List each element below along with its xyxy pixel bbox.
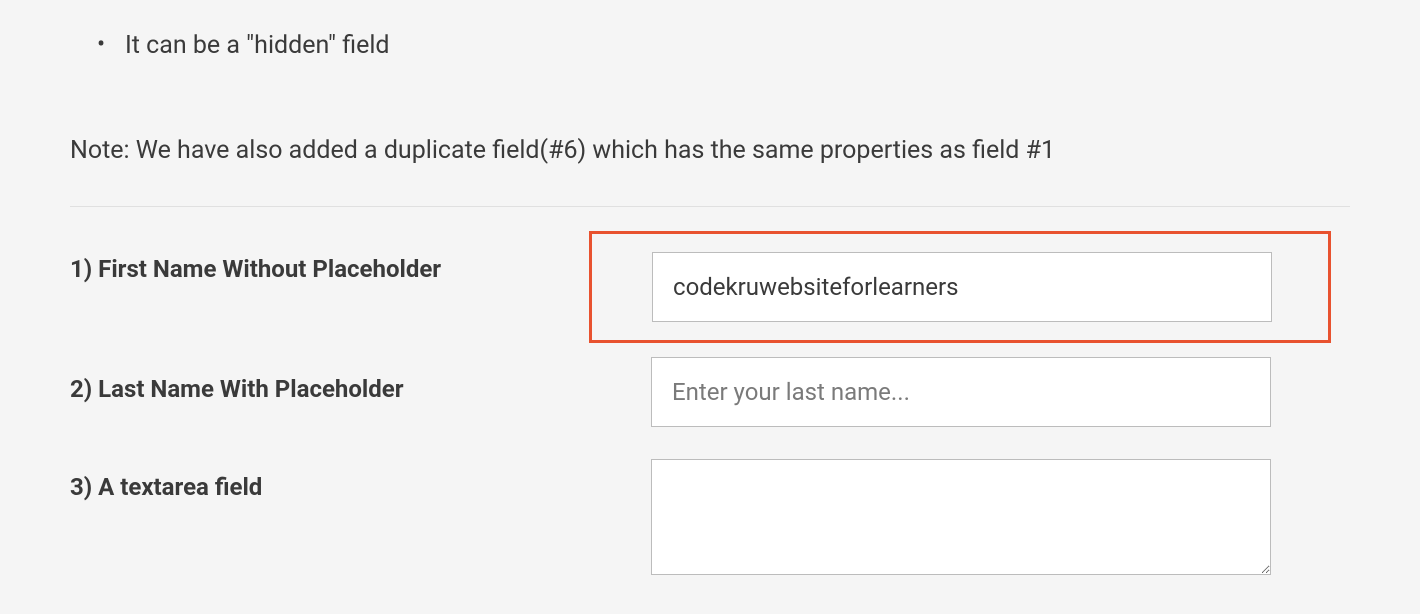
first-name-input[interactable] bbox=[652, 252, 1272, 322]
form-row-textarea: 3) A textarea field bbox=[70, 459, 1350, 575]
content-container: It can be a "hidden" field Note: We have… bbox=[0, 28, 1420, 575]
form-row-last-name: 2) Last Name With Placeholder bbox=[70, 357, 1350, 427]
first-name-label: 1) First Name Without Placeholder bbox=[70, 235, 595, 283]
last-name-label: 2) Last Name With Placeholder bbox=[70, 357, 595, 403]
divider bbox=[70, 206, 1350, 207]
bullet-list: It can be a "hidden" field bbox=[70, 28, 1350, 63]
last-name-input[interactable] bbox=[651, 357, 1271, 427]
textarea-label: 3) A textarea field bbox=[70, 459, 595, 501]
bullet-item-hidden: It can be a "hidden" field bbox=[125, 28, 1350, 63]
form-row-first-name: 1) First Name Without Placeholder bbox=[70, 235, 1350, 343]
note-text: Note: We have also added a duplicate fie… bbox=[70, 133, 1350, 168]
first-name-highlight bbox=[589, 231, 1331, 343]
textarea-field[interactable] bbox=[651, 459, 1271, 575]
